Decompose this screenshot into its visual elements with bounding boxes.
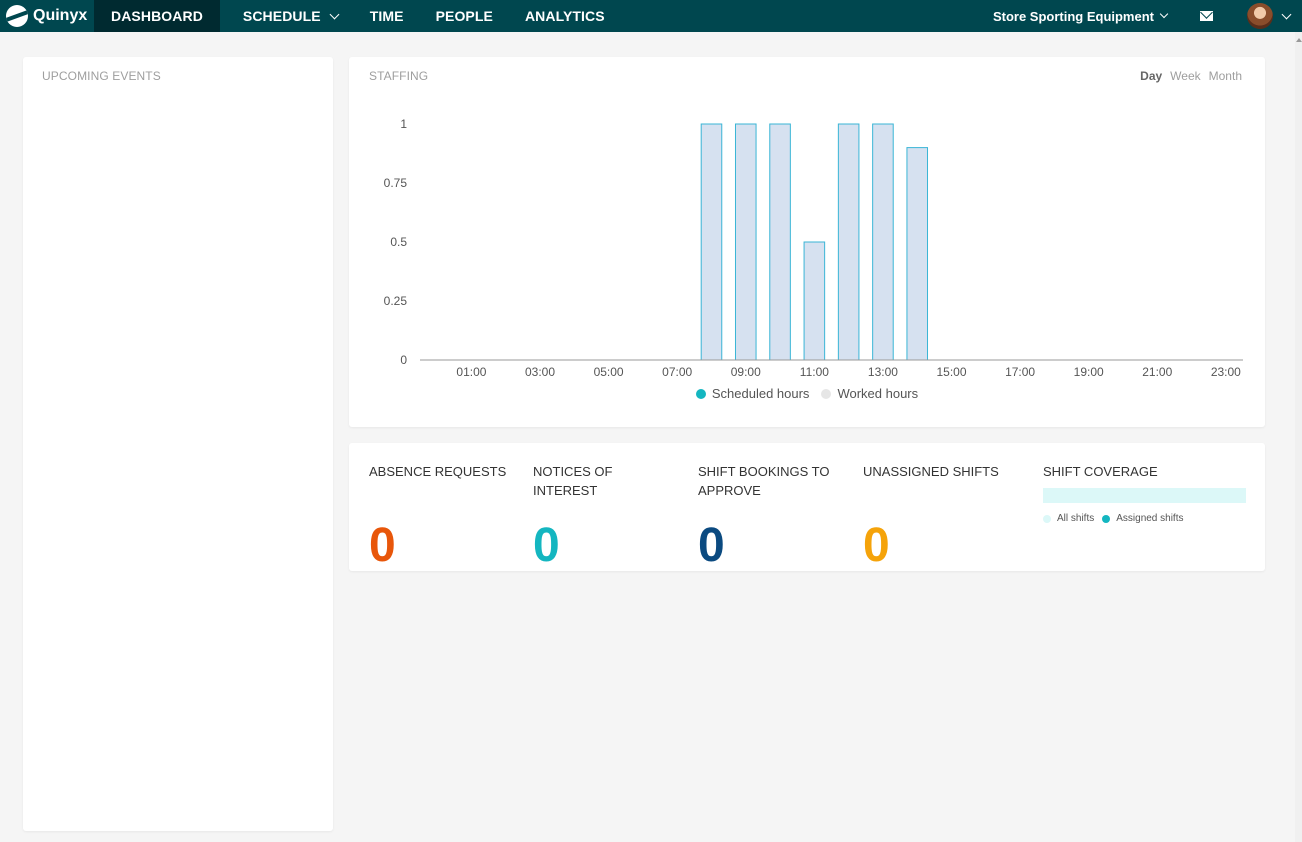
legend-dot-assigned-shifts	[1102, 514, 1111, 523]
y-tick-label: 0	[400, 353, 407, 367]
x-tick-label: 07:00	[662, 365, 692, 379]
chevron-down-icon	[329, 9, 340, 19]
stat-label: ABSENCE REQUESTS	[369, 464, 507, 479]
stat-notices-of-interest[interactable]: NOTICES OF INTEREST 0	[533, 462, 673, 570]
stat-label: UNASSIGNED SHIFTS	[863, 464, 999, 479]
x-tick-label: 09:00	[731, 365, 761, 379]
bar-08:00	[700, 123, 723, 361]
quinyx-logo[interactable]: Quinyx	[0, 0, 94, 32]
chart-legend: Scheduled hours Worked hours	[349, 386, 1265, 401]
x-tick-label: 23:00	[1211, 365, 1241, 379]
stat-value: 0	[863, 519, 890, 572]
coverage-legend: All shifts Assigned shifts	[1043, 513, 1184, 524]
stat-label: SHIFT BOOKINGS TO APPROVE	[698, 464, 830, 498]
legend-label-scheduled: Scheduled hours	[711, 386, 810, 401]
legend-scheduled-hours[interactable]: Scheduled hours	[695, 386, 810, 401]
bar-10:00	[769, 123, 791, 361]
nav-analytics-label: ANALYTICS	[524, 8, 605, 24]
nav-schedule-label: SCHEDULE	[242, 8, 321, 24]
chevron-down-icon[interactable]	[1281, 9, 1292, 19]
nav-time-label: TIME	[369, 8, 404, 24]
x-tick-label: 11:00	[800, 365, 829, 379]
nav-right-controls: Store Sporting Equipment	[993, 0, 1302, 32]
legend-worked-hours[interactable]: Worked hours	[821, 386, 918, 401]
chevron-down-icon	[1159, 9, 1169, 19]
stat-unassigned-shifts[interactable]: UNASSIGNED SHIFTS 0	[863, 462, 1003, 570]
brand-name: Quinyx	[33, 7, 88, 24]
x-tick-label: 19:00	[1074, 365, 1104, 379]
quinyx-logo-icon	[6, 5, 28, 27]
stats-card: ABSENCE REQUESTS 0 NOTICES OF INTEREST 0…	[349, 443, 1265, 571]
nav-schedule[interactable]: SCHEDULE	[220, 0, 354, 32]
bar-09:00	[734, 123, 757, 361]
y-tick-label: 0.5	[390, 235, 407, 249]
page-scrollbar[interactable]	[1295, 32, 1302, 842]
shift-coverage: SHIFT COVERAGE All shifts Assigned shift…	[1043, 462, 1246, 524]
legend-dot-all-shifts	[1043, 514, 1051, 523]
y-tick-label: 1	[400, 117, 407, 131]
nav-people-label: PEOPLE	[435, 8, 493, 24]
bar-11:00	[803, 241, 826, 361]
nav-dashboard[interactable]: DASHBOARD	[94, 0, 220, 32]
legend-dot-scheduled	[695, 388, 706, 399]
nav-time[interactable]: TIME	[354, 0, 420, 32]
stat-absence-requests[interactable]: ABSENCE REQUESTS 0	[369, 462, 509, 570]
mail-icon[interactable]	[1200, 11, 1213, 21]
bar-12:00	[837, 123, 860, 361]
x-tick-label: 03:00	[525, 365, 555, 379]
x-tick-label: 05:00	[594, 365, 624, 379]
stat-shift-bookings-to-approve[interactable]: SHIFT BOOKINGS TO APPROVE 0	[698, 462, 838, 570]
upcoming-events-title: UPCOMING EVENTS	[42, 69, 161, 83]
stat-label: NOTICES OF INTEREST	[533, 464, 613, 498]
upcoming-events-card: UPCOMING EVENTS	[23, 57, 333, 831]
x-tick-label: 01:00	[456, 365, 486, 379]
stat-value: 0	[698, 519, 725, 572]
staffing-card: STAFFING Day Week Month 0 0.25 0.5 0.75 1 01:…	[349, 57, 1265, 427]
stat-value: 0	[369, 519, 396, 572]
nav-people[interactable]: PEOPLE	[420, 0, 509, 32]
bar-13:00	[872, 123, 894, 361]
nav-dashboard-label: DASHBOARD	[111, 8, 203, 24]
nav-analytics[interactable]: ANALYTICS	[509, 0, 621, 32]
x-tick-label: 13:00	[868, 365, 898, 379]
x-tick-label: 21:00	[1142, 365, 1172, 379]
legend-label-assigned-shifts: Assigned shifts	[1116, 513, 1184, 524]
avatar[interactable]	[1247, 3, 1273, 29]
legend-label-worked: Worked hours	[837, 386, 919, 401]
y-tick-label: 0.75	[384, 176, 408, 190]
scroll-up-icon[interactable]	[1296, 38, 1302, 42]
store-name: Store Sporting Equipment	[992, 8, 1154, 24]
legend-dot-worked	[821, 388, 832, 399]
bar-14:00	[906, 147, 929, 361]
shift-coverage-title: SHIFT COVERAGE	[1043, 464, 1158, 479]
stat-value: 0	[533, 519, 560, 572]
shift-coverage-bar[interactable]	[1043, 488, 1246, 503]
top-navigation-bar: Quinyx DASHBOARD SCHEDULE TIME PEOPLE AN…	[0, 0, 1302, 32]
y-tick-label: 0.25	[384, 294, 408, 308]
staffing-chart: 0 0.25 0.5 0.75 1 01:00 03:00 05:00 07:00 09:00 11…	[384, 117, 1243, 379]
x-tick-label: 17:00	[1005, 365, 1035, 379]
store-selector[interactable]: Store Sporting Equipment	[992, 8, 1169, 24]
legend-label-all-shifts: All shifts	[1057, 513, 1095, 524]
x-tick-label: 15:00	[937, 365, 967, 379]
